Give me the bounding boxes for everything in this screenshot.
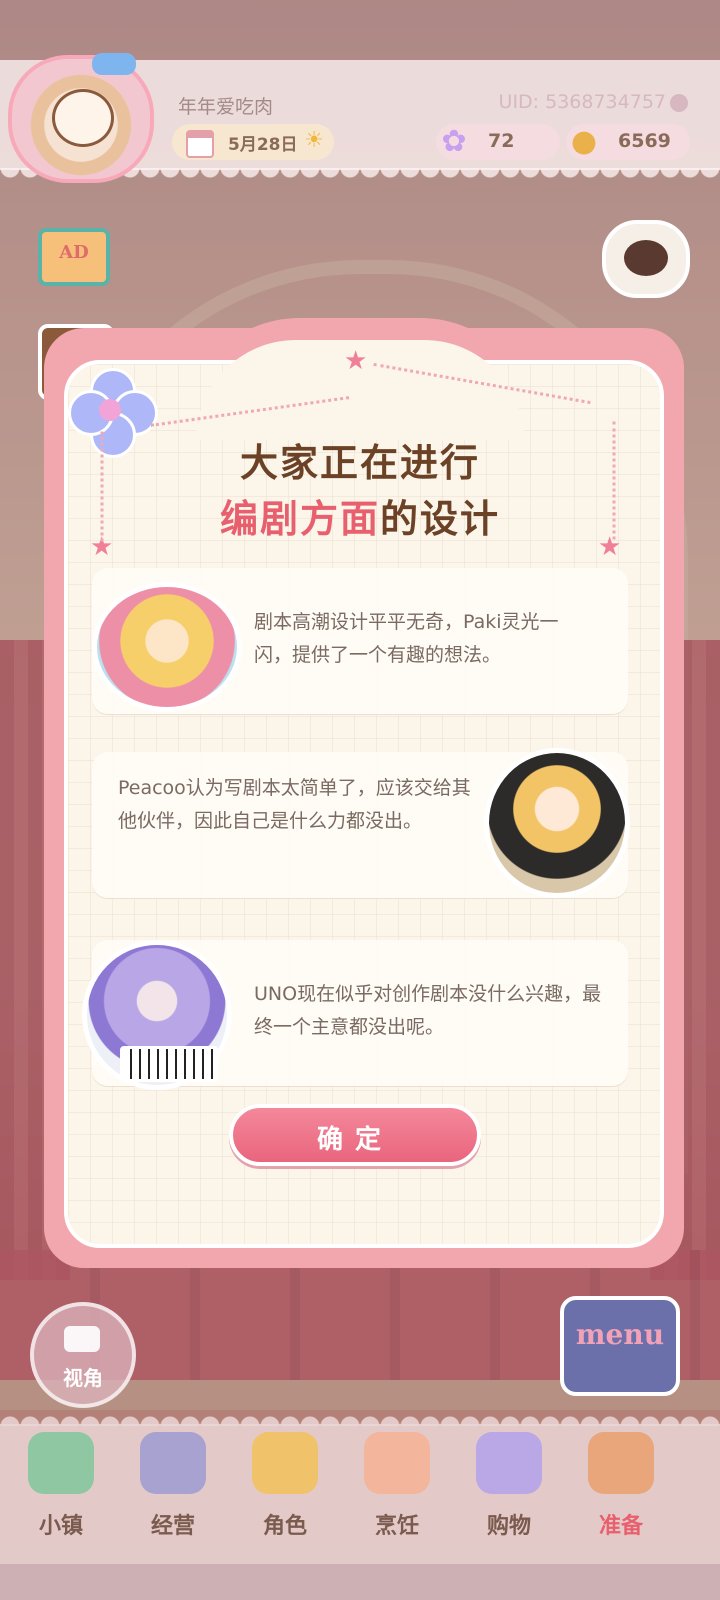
card-text: 剧本高潮设计平平无奇，Paki灵光一闪，提供了一个有趣的想法。 xyxy=(254,611,559,666)
character-icon xyxy=(252,1432,318,1494)
sandwich-icon xyxy=(364,1432,430,1494)
ad-label: AD xyxy=(59,242,89,263)
nav-label: 烹饪 xyxy=(374,1514,419,1539)
player-uid: UID: 5368734757 xyxy=(498,91,666,113)
date-display: 5月28日 ☀ xyxy=(172,124,334,160)
paki-character-icon xyxy=(92,582,242,712)
camera-icon xyxy=(64,1326,100,1352)
system-gesture-bar xyxy=(0,1564,720,1600)
peacoo-character-icon xyxy=(484,748,630,898)
nav-label: 角色 xyxy=(262,1514,307,1539)
player-name: 年年爱吃肉 xyxy=(178,96,274,118)
camera-view-button[interactable]: 视角 xyxy=(30,1302,136,1408)
confirm-button[interactable]: 确定 xyxy=(229,1104,481,1166)
calendar-icon xyxy=(186,130,214,158)
date-text: 5月28日 xyxy=(228,135,298,155)
card-text: UNO现在似乎对创作剧本没什么兴趣，最终一个主意都没出呢。 xyxy=(254,983,602,1038)
shopping-bag-icon xyxy=(140,1432,206,1494)
gem-counter[interactable]: ✿ 72 xyxy=(436,124,560,160)
card-text: Peacoo认为写剧本太简单了，应该交给其他伙伴，因此自己是什么力都没出。 xyxy=(118,777,471,832)
avatar-face xyxy=(52,89,114,147)
nav-label: 准备 xyxy=(598,1514,643,1539)
nav-prepare[interactable]: 准备 xyxy=(566,1424,676,1544)
town-map-icon xyxy=(28,1432,94,1494)
coin-count: 6569 xyxy=(618,130,671,152)
dialog-title: 大家正在进行 xyxy=(239,441,480,485)
basket-icon xyxy=(588,1432,654,1494)
menu-book-button[interactable]: menu xyxy=(560,1296,680,1396)
coin-counter[interactable]: ● 6569 xyxy=(566,124,690,160)
camera-label: 视角 xyxy=(63,1366,103,1390)
nav-shopping[interactable]: 购物 xyxy=(454,1424,564,1544)
nav-business[interactable]: 经营 xyxy=(118,1424,228,1544)
nav-label: 购物 xyxy=(486,1514,531,1539)
coin-icon: ● xyxy=(570,124,598,159)
nav-town[interactable]: 小镇 xyxy=(6,1424,116,1544)
ad-tv-button[interactable]: AD xyxy=(38,228,110,286)
nav-cooking[interactable]: 烹饪 xyxy=(342,1424,452,1544)
title-highlight: 编剧方面 xyxy=(219,497,380,541)
piano-keyboard-icon xyxy=(120,1046,218,1082)
nav-label: 经营 xyxy=(150,1514,195,1539)
avatar-bow xyxy=(92,53,136,75)
dialog-subtitle: 编剧方面的设计 xyxy=(0,488,720,543)
title-rest: 的设计 xyxy=(380,497,501,541)
player-avatar[interactable] xyxy=(8,53,154,183)
bottom-nav-bar: 小镇 经营 角色 烹饪 购物 准备 xyxy=(0,1412,720,1564)
gem-count: 72 xyxy=(488,130,515,152)
confirm-label: 确定 xyxy=(316,1125,393,1155)
gift-bag-icon xyxy=(476,1432,542,1494)
cat-chat-button[interactable] xyxy=(602,220,690,298)
star-decoration-icon: ★ xyxy=(344,346,368,376)
nav-label: 小镇 xyxy=(38,1514,83,1539)
nav-characters[interactable]: 角色 xyxy=(230,1424,340,1544)
sun-weather-icon: ☀ xyxy=(304,128,324,153)
gem-flower-icon: ✿ xyxy=(441,124,467,159)
menu-label: menu xyxy=(575,1318,665,1351)
copy-uid-icon[interactable] xyxy=(670,94,688,112)
